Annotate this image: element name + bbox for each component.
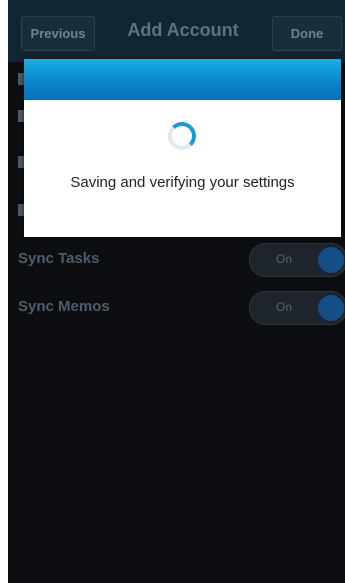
toggle-state-label: On <box>276 252 293 266</box>
done-button[interactable]: Done <box>272 16 342 51</box>
sync-memos-label: Sync Memos <box>18 298 110 315</box>
progress-spinner-icon <box>168 122 196 150</box>
toggle-knob[interactable] <box>318 295 344 321</box>
toggle-knob[interactable] <box>318 247 344 273</box>
toggle-state-label: On <box>276 300 293 314</box>
sync-tasks-row: Sync Tasks On <box>8 238 345 282</box>
dialog-message: Saving and verifying your settings <box>70 174 295 191</box>
sync-tasks-toggle[interactable]: On <box>249 243 345 277</box>
sync-memos-toggle[interactable]: On <box>249 291 345 325</box>
sync-memos-row: Sync Memos On <box>8 286 345 330</box>
device-screen: Previous Add Account Done Sync Tasks On … <box>8 0 345 583</box>
progress-dialog: Saving and verifying your settings <box>24 59 341 237</box>
previous-button[interactable]: Previous <box>21 16 95 51</box>
title-bar: Previous Add Account Done <box>8 0 345 62</box>
page-title: Add Account <box>127 20 239 40</box>
dialog-header <box>24 59 341 100</box>
sync-tasks-label: Sync Tasks <box>18 250 100 267</box>
